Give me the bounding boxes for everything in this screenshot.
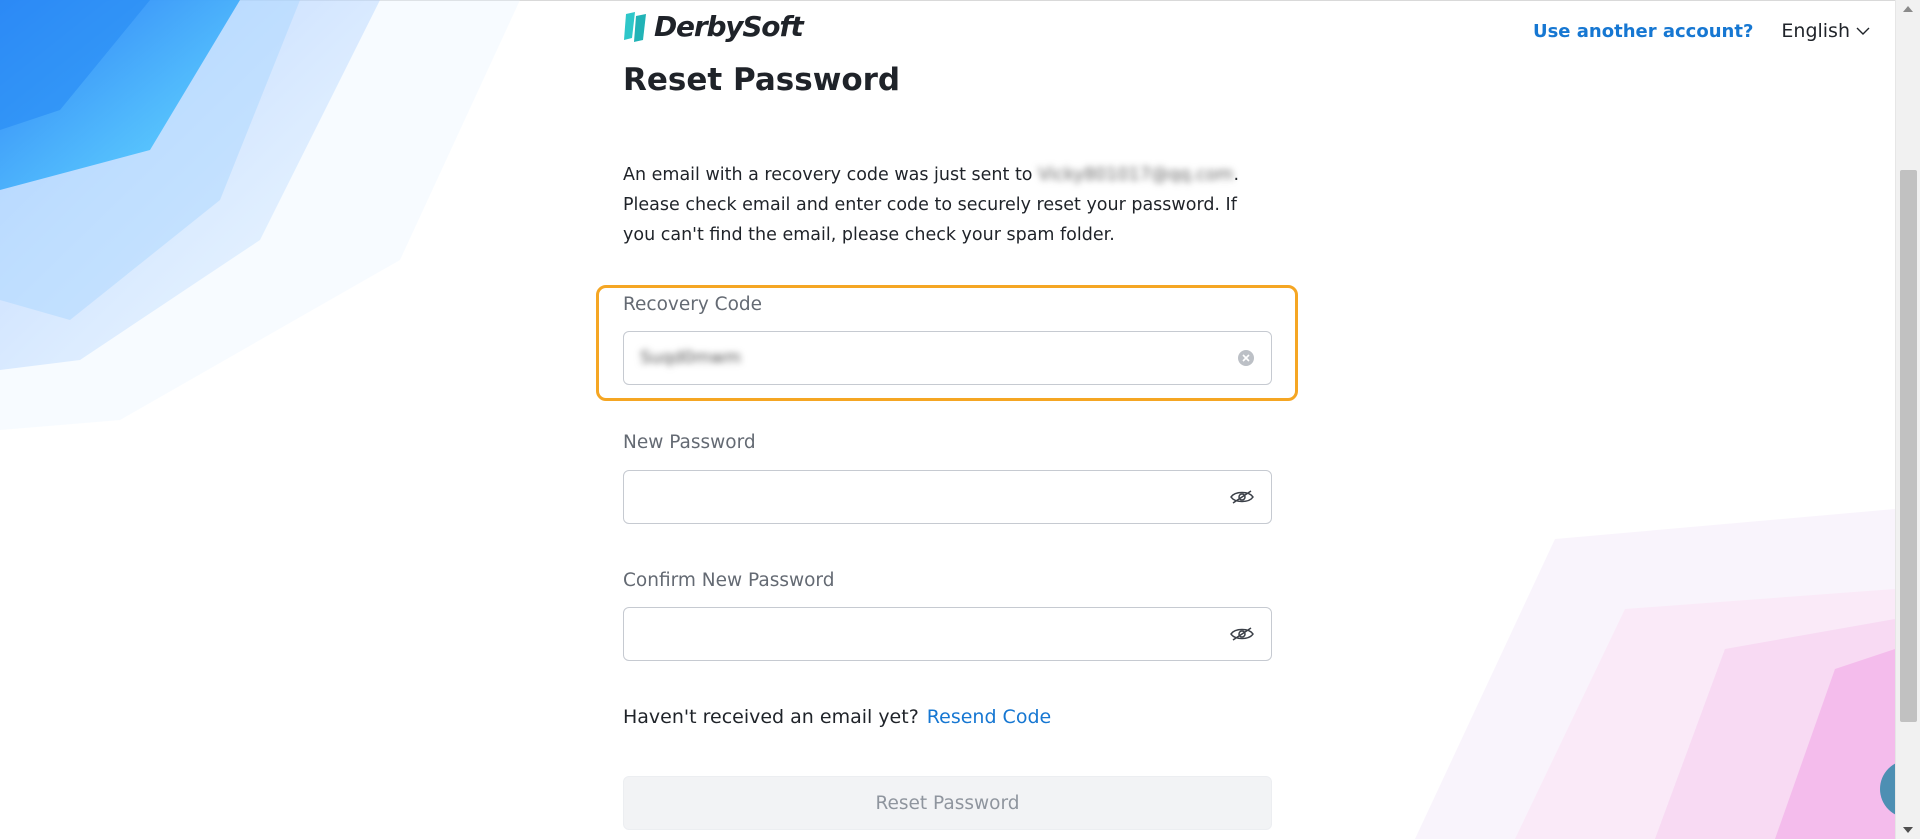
recovery-code-field[interactable]: Suqd0mwm <box>623 331 1272 385</box>
new-password-field[interactable] <box>623 470 1272 524</box>
page-title: Reset Password <box>623 62 901 98</box>
language-label: English <box>1781 20 1850 42</box>
resend-code-link[interactable]: Resend Code <box>927 706 1051 728</box>
eye-hidden-icon[interactable] <box>1229 488 1255 506</box>
masked-email: Vicky801017@qq.com <box>1038 165 1234 185</box>
description-lead: An email with a recovery code was just s… <box>623 165 1039 185</box>
decorative-background-left <box>0 0 520 430</box>
brand-name: DerbySoft <box>654 10 804 43</box>
decorative-background-right <box>1415 509 1895 839</box>
chevron-down-icon <box>1856 27 1870 35</box>
derbysoft-logo-icon <box>624 11 646 42</box>
reset-password-page: DerbySoft Use another account? English R… <box>0 0 1920 839</box>
use-another-account-link[interactable]: Use another account? <box>1533 21 1753 42</box>
clear-icon[interactable] <box>1237 349 1255 367</box>
recovery-code-label: Recovery Code <box>623 294 763 315</box>
reset-password-button[interactable]: Reset Password <box>623 776 1272 830</box>
description-text: An email with a recovery code was just s… <box>623 160 1273 250</box>
new-password-label: New Password <box>623 432 756 453</box>
header-actions: Use another account? English <box>1533 20 1870 42</box>
eye-hidden-icon[interactable] <box>1229 625 1255 643</box>
scroll-down-arrow-icon[interactable] <box>1903 827 1913 833</box>
resend-prompt: Haven't received an email yet? <box>623 706 919 728</box>
scroll-up-arrow-icon[interactable] <box>1903 6 1913 12</box>
resend-row: Haven't received an email yet? Resend Cod… <box>623 706 1051 728</box>
language-selector[interactable]: English <box>1781 20 1870 42</box>
vertical-scrollbar[interactable] <box>1895 0 1920 839</box>
confirm-password-label: Confirm New Password <box>623 570 835 591</box>
recovery-code-value: Suqd0mwm <box>640 348 741 368</box>
brand-logo: DerbySoft <box>624 10 804 43</box>
scroll-thumb[interactable] <box>1900 170 1917 722</box>
confirm-password-field[interactable] <box>623 607 1272 661</box>
